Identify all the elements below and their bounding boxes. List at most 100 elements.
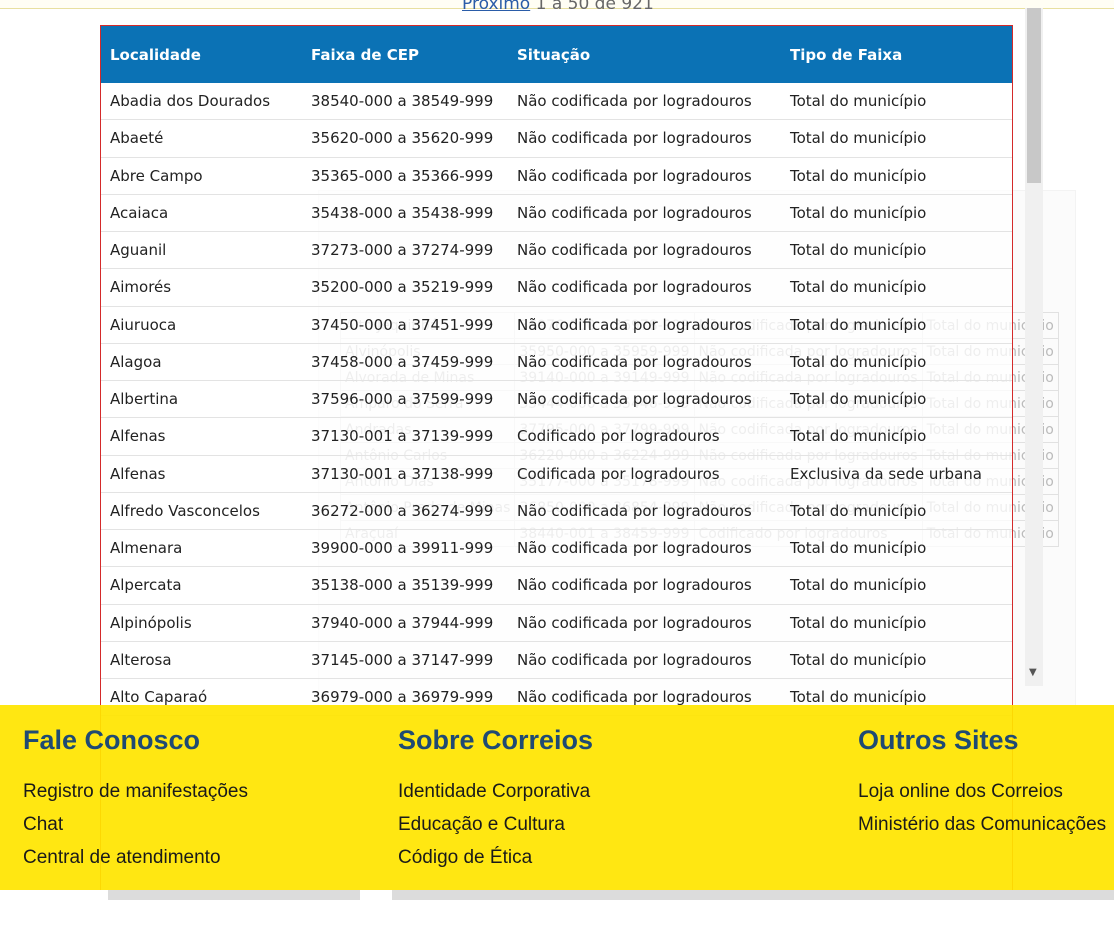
cell-tipo-faixa: Total do município — [790, 203, 927, 222]
cell-faixa-cep: 37450-000 a 37451-999 — [311, 315, 494, 334]
table-header: Localidade Faixa de CEP Situação Tipo de… — [101, 26, 1012, 83]
cell-faixa-cep: 39900-000 a 39911-999 — [311, 539, 494, 558]
footer-fale-conosco: Fale Conosco Registro de manifestações C… — [23, 705, 248, 874]
table-row[interactable]: Acaiaca 35438-000 a 35438-999 Não codifica… — [101, 194, 1012, 232]
table-row[interactable]: Alpinópolis 37940-000 a 37944-999 Não codi… — [101, 604, 1012, 642]
cell-situacao: Não codificada por logradouros — [517, 613, 752, 632]
cell-faixa-cep: 35620-000 a 35620-999 — [311, 129, 494, 148]
footer-sobre-correios: Sobre Correios Identidade Corporativa Ed… — [398, 705, 593, 874]
table-row[interactable]: Aguanil 37273-000 a 37274-999 Não codifica… — [101, 232, 1012, 270]
cell-localidade: Acaiaca — [110, 203, 169, 222]
cell-situacao: Não codificada por logradouros — [517, 650, 752, 669]
header-localidade[interactable]: Localidade — [101, 46, 311, 64]
table-row[interactable]: Alterosa 37145-000 a 37147-999 Não codific… — [101, 641, 1012, 679]
cell-faixa-cep: 37130-001 a 37138-999 — [311, 464, 494, 483]
cell-tipo-faixa: Total do município — [790, 613, 927, 632]
cell-faixa-cep: 37273-000 a 37274-999 — [311, 241, 494, 260]
cell-situacao: Não codificada por logradouros — [517, 352, 752, 371]
cell-localidade: Abadia dos Dourados — [110, 92, 271, 111]
cell-localidade: Albertina — [110, 390, 179, 409]
cell-situacao: Codificada por logradouros — [517, 464, 720, 483]
cell-faixa-cep: 37940-000 a 37944-999 — [311, 613, 494, 632]
cell-tipo-faixa: Total do município — [790, 501, 927, 520]
footer-link[interactable]: Registro de manifestações — [23, 775, 248, 808]
table-row[interactable]: Alfenas 37130-001 a 37139-999 Codificado p… — [101, 418, 1012, 456]
cell-faixa-cep: 36979-000 a 36979-999 — [311, 688, 494, 707]
footer-link[interactable]: Código de Ética — [398, 841, 593, 874]
cell-tipo-faixa: Total do município — [790, 129, 927, 148]
site-footer: Fale Conosco Registro de manifestações C… — [0, 705, 1114, 890]
cell-localidade: Alto Caparaó — [110, 688, 208, 707]
scroll-down-arrow-icon[interactable]: ▼ — [1029, 667, 1037, 678]
table-row[interactable]: Aimorés 35200-000 a 35219-999 Não codifica… — [101, 269, 1012, 307]
cell-tipo-faixa: Total do município — [790, 278, 927, 297]
pagination-range: 1 a 50 de 921 — [535, 0, 654, 14]
cell-tipo-faixa: Total do município — [790, 241, 927, 260]
header-faixa-cep[interactable]: Faixa de CEP — [311, 46, 517, 64]
header-situacao[interactable]: Situação — [517, 46, 790, 64]
footer-link[interactable]: Educação e Cultura — [398, 808, 593, 841]
table-row[interactable]: Aiuruoca 37450-000 a 37451-999 Não codific… — [101, 306, 1012, 344]
cell-tipo-faixa: Total do município — [790, 650, 927, 669]
cell-situacao: Não codificada por logradouros — [517, 501, 752, 520]
footer-link[interactable]: Identidade Corporativa — [398, 775, 593, 808]
footer-link[interactable]: Ministério das Comunicações — [858, 808, 1106, 841]
cell-faixa-cep: 37145-000 a 37147-999 — [311, 650, 494, 669]
cell-localidade: Almenara — [110, 539, 183, 558]
footer-link[interactable]: Central de atendimento — [23, 841, 248, 874]
pagination: Próximo 1 a 50 de 921 — [462, 0, 654, 14]
cell-localidade: Alpinópolis — [110, 613, 192, 632]
cell-faixa-cep: 35138-000 a 35139-999 — [311, 576, 494, 595]
next-page-link[interactable]: Próximo — [462, 0, 530, 14]
cell-localidade: Alfredo Vasconcelos — [110, 501, 260, 520]
table-row[interactable]: Alfenas 37130-001 a 37138-999 Codificada p… — [101, 455, 1012, 493]
cell-faixa-cep: 35365-000 a 35366-999 — [311, 166, 494, 185]
cell-localidade: Aguanil — [110, 241, 167, 260]
cell-tipo-faixa: Total do município — [790, 352, 927, 371]
cell-faixa-cep: 35200-000 a 35219-999 — [311, 278, 494, 297]
cell-situacao: Não codificada por logradouros — [517, 576, 752, 595]
cell-localidade: Alfenas — [110, 427, 166, 446]
cell-tipo-faixa: Total do município — [790, 166, 927, 185]
table-row[interactable]: Almenara 39900-000 a 39911-999 Não codific… — [101, 530, 1012, 568]
cell-localidade: Abaeté — [110, 129, 164, 148]
cell-faixa-cep: 37130-001 a 37139-999 — [311, 427, 494, 446]
cell-situacao: Não codificada por logradouros — [517, 539, 752, 558]
horizontal-scrollbar-thumb[interactable] — [360, 890, 392, 900]
table-body: Abadia dos Dourados 38540-000 a 38549-999… — [101, 83, 1012, 717]
table-row[interactable]: Abaeté 35620-000 a 35620-999 Não codificad… — [101, 120, 1012, 158]
table-row[interactable]: Alpercata 35138-000 a 35139-999 Não codifi… — [101, 567, 1012, 605]
table-row[interactable]: Alfredo Vasconcelos 36272-000 a 36274-999… — [101, 492, 1012, 530]
footer-title: Sobre Correios — [398, 725, 594, 755]
cell-tipo-faixa: Total do município — [790, 688, 927, 707]
cell-faixa-cep: 36272-000 a 36274-999 — [311, 501, 494, 520]
cell-faixa-cep: 35438-000 a 35438-999 — [311, 203, 494, 222]
cell-situacao: Não codificada por logradouros — [517, 166, 752, 185]
cell-situacao: Não codificada por logradouros — [517, 92, 752, 111]
cell-tipo-faixa: Total do município — [790, 315, 927, 334]
cell-situacao: Não codificada por logradouros — [517, 203, 752, 222]
cell-situacao: Não codificada por logradouros — [517, 129, 752, 148]
horizontal-scrollbar[interactable] — [108, 890, 1114, 900]
footer-link[interactable]: Loja online dos Correios — [858, 775, 1106, 808]
cell-tipo-faixa: Total do município — [790, 539, 927, 558]
cell-localidade: Alterosa — [110, 650, 172, 669]
cell-localidade: Alfenas — [110, 464, 166, 483]
table-row[interactable]: Alagoa 37458-000 a 37459-999 Não codificad… — [101, 343, 1012, 381]
table-row[interactable]: Abadia dos Dourados 38540-000 a 38549-999… — [101, 83, 1012, 121]
table-row[interactable]: Abre Campo 35365-000 a 35366-999 Não codif… — [101, 157, 1012, 195]
cell-tipo-faixa: Total do município — [790, 427, 927, 446]
cell-situacao: Codificado por logradouros — [517, 427, 720, 446]
cell-faixa-cep: 38540-000 a 38549-999 — [311, 92, 494, 111]
cell-situacao: Não codificada por logradouros — [517, 278, 752, 297]
footer-link[interactable]: Chat — [23, 808, 248, 841]
cell-situacao: Não codificada por logradouros — [517, 315, 752, 334]
cell-situacao: Não codificada por logradouros — [517, 241, 752, 260]
table-row[interactable]: Albertina 37596-000 a 37599-999 Não codifi… — [101, 381, 1012, 419]
vertical-scrollbar-thumb[interactable] — [1027, 8, 1041, 183]
footer-title: Outros Sites — [858, 725, 1019, 755]
cell-tipo-faixa: Total do município — [790, 576, 927, 595]
cell-tipo-faixa: Total do município — [790, 390, 927, 409]
cell-tipo-faixa: Total do município — [790, 92, 927, 111]
header-tipo-faixa[interactable]: Tipo de Faixa — [790, 46, 1012, 64]
